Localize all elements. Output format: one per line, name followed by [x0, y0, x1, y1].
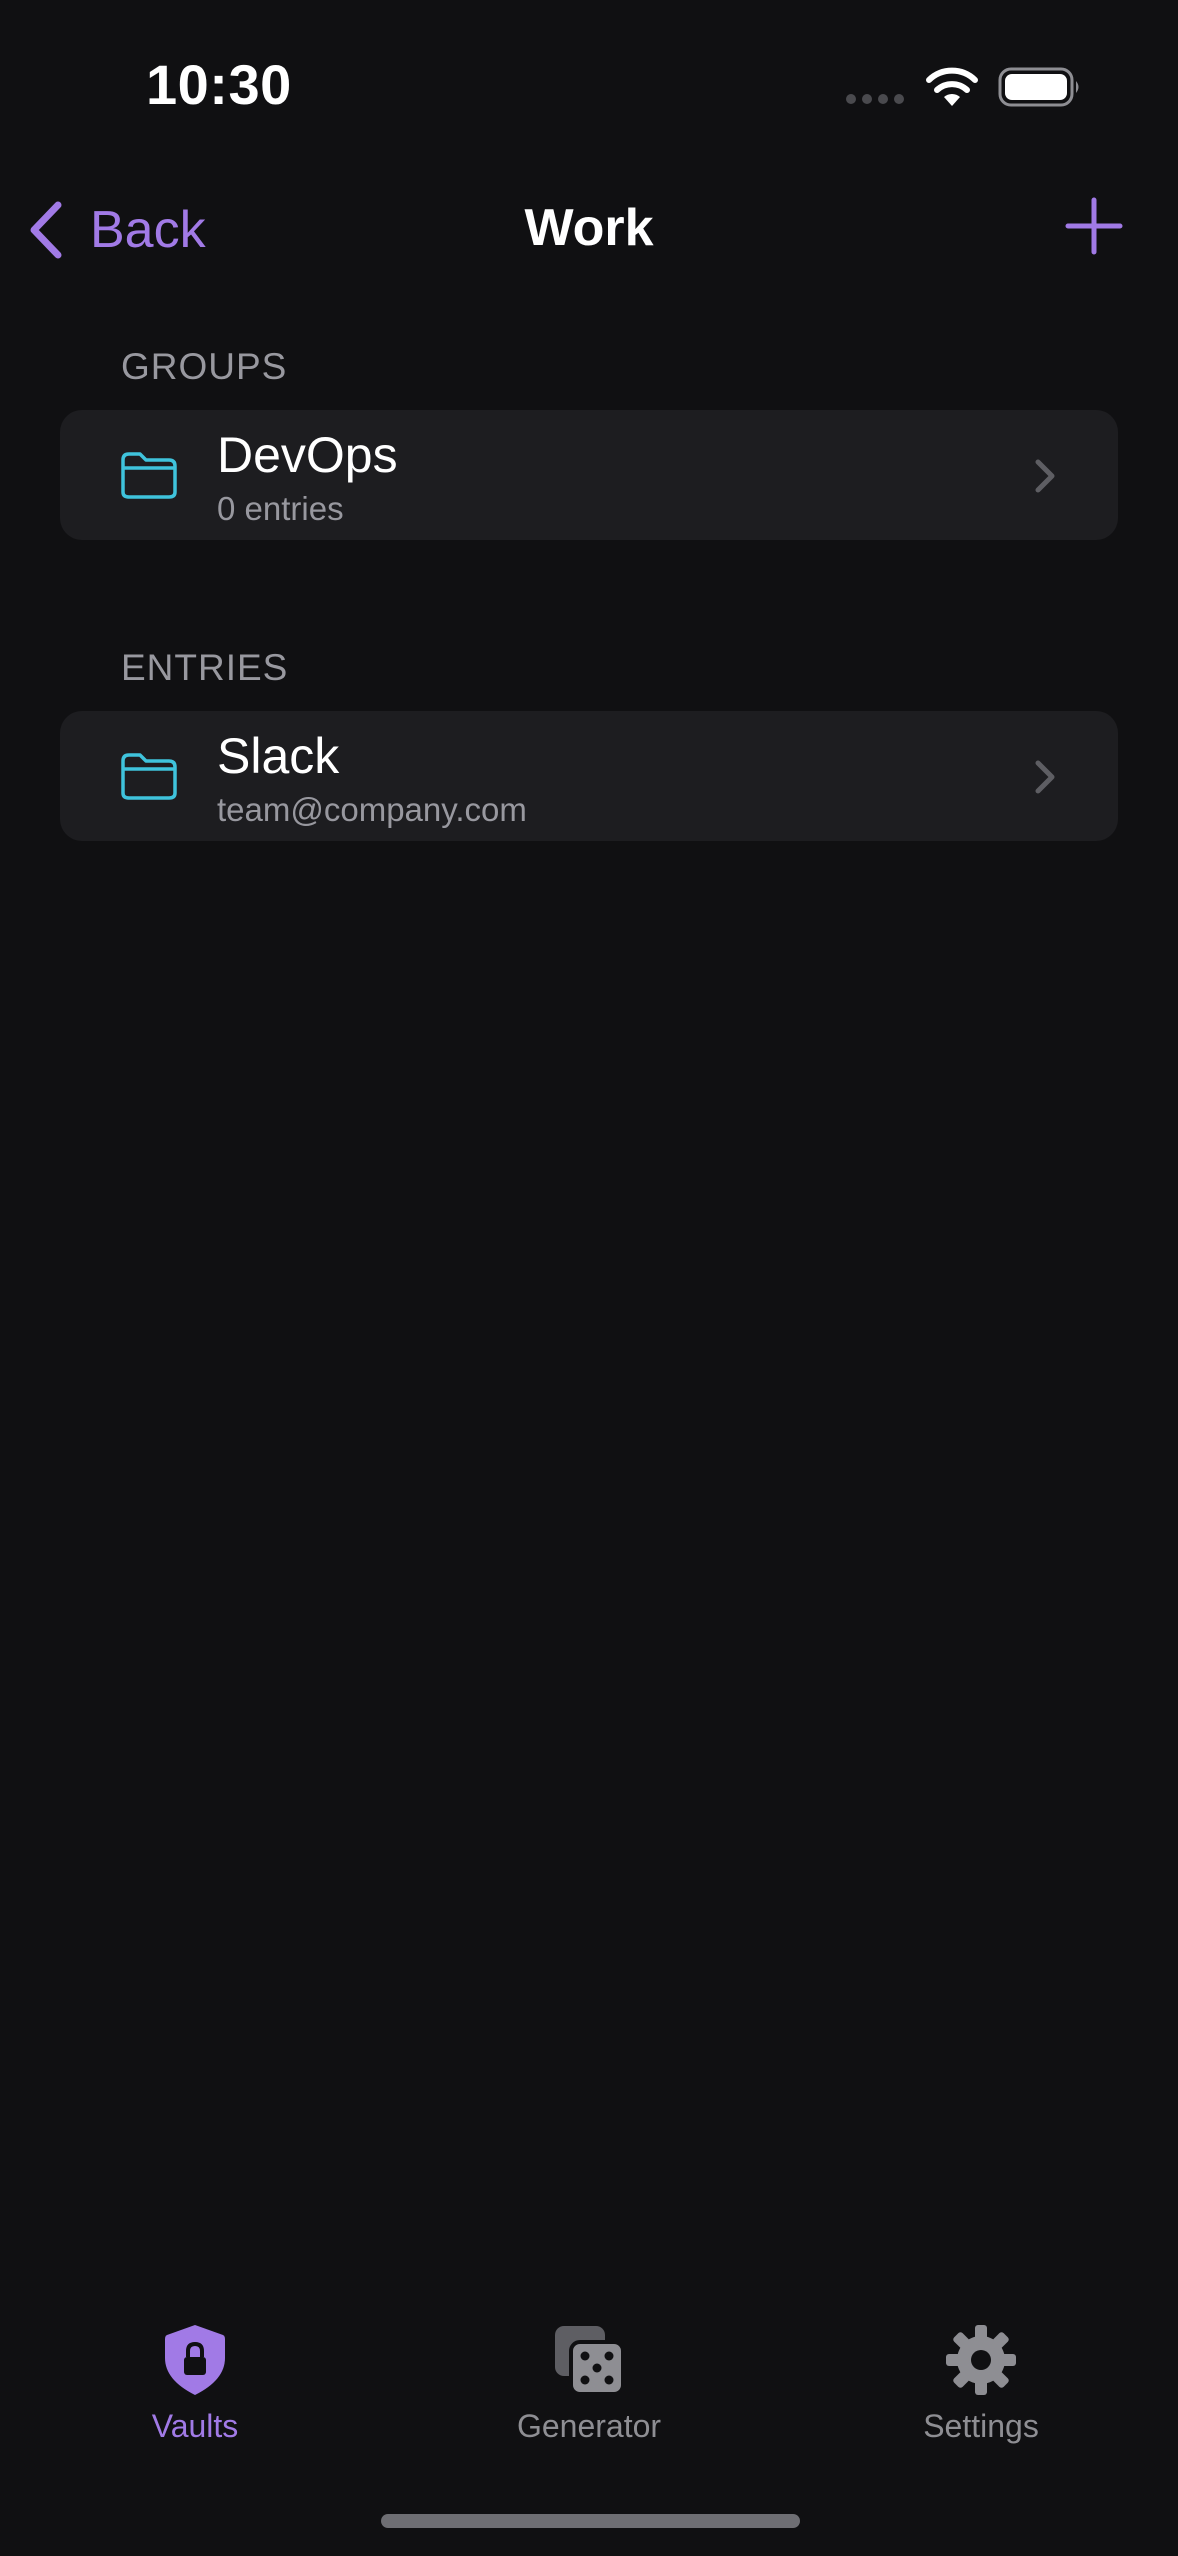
- gear-icon: [946, 2325, 1016, 2395]
- plus-icon[interactable]: [1064, 196, 1124, 256]
- tab-generator[interactable]: Generator: [459, 2322, 719, 2445]
- navigation-bar: Back Work: [0, 180, 1178, 280]
- entry-subtitle: team@company.com: [217, 791, 527, 828]
- status-time: 10:30: [146, 53, 292, 116]
- shield-lock-icon: [165, 2325, 225, 2395]
- wifi-icon: [926, 67, 978, 106]
- group-row-devops[interactable]: DevOps 0 entries: [60, 410, 1118, 540]
- group-title: DevOps: [217, 427, 398, 483]
- tab-settings[interactable]: Settings: [851, 2322, 1111, 2445]
- tab-vaults[interactable]: Vaults: [65, 2322, 325, 2445]
- entries-section-header: ENTRIES: [121, 647, 289, 688]
- groups-section-header: GROUPS: [121, 346, 288, 387]
- cellular-signal-icon: [846, 94, 904, 104]
- page-title: Work: [524, 199, 654, 257]
- chevron-right-icon: [1035, 459, 1055, 493]
- folder-icon: [121, 753, 177, 800]
- group-subtitle: 0 entries: [217, 490, 344, 527]
- battery-icon: [998, 67, 1079, 107]
- home-indicator: [381, 2514, 800, 2528]
- entry-title: Slack: [217, 728, 340, 784]
- tab-settings-label: Settings: [923, 2408, 1039, 2444]
- folder-icon: [121, 452, 177, 499]
- dice-icon: [555, 2326, 625, 2396]
- entry-row-slack[interactable]: Slack team@company.com: [60, 711, 1118, 841]
- chevron-right-icon: [1035, 760, 1055, 794]
- tab-generator-label: Generator: [516, 2408, 662, 2444]
- tab-vaults-label: Vaults: [151, 2408, 239, 2444]
- status-bar: 10:30: [0, 0, 1178, 170]
